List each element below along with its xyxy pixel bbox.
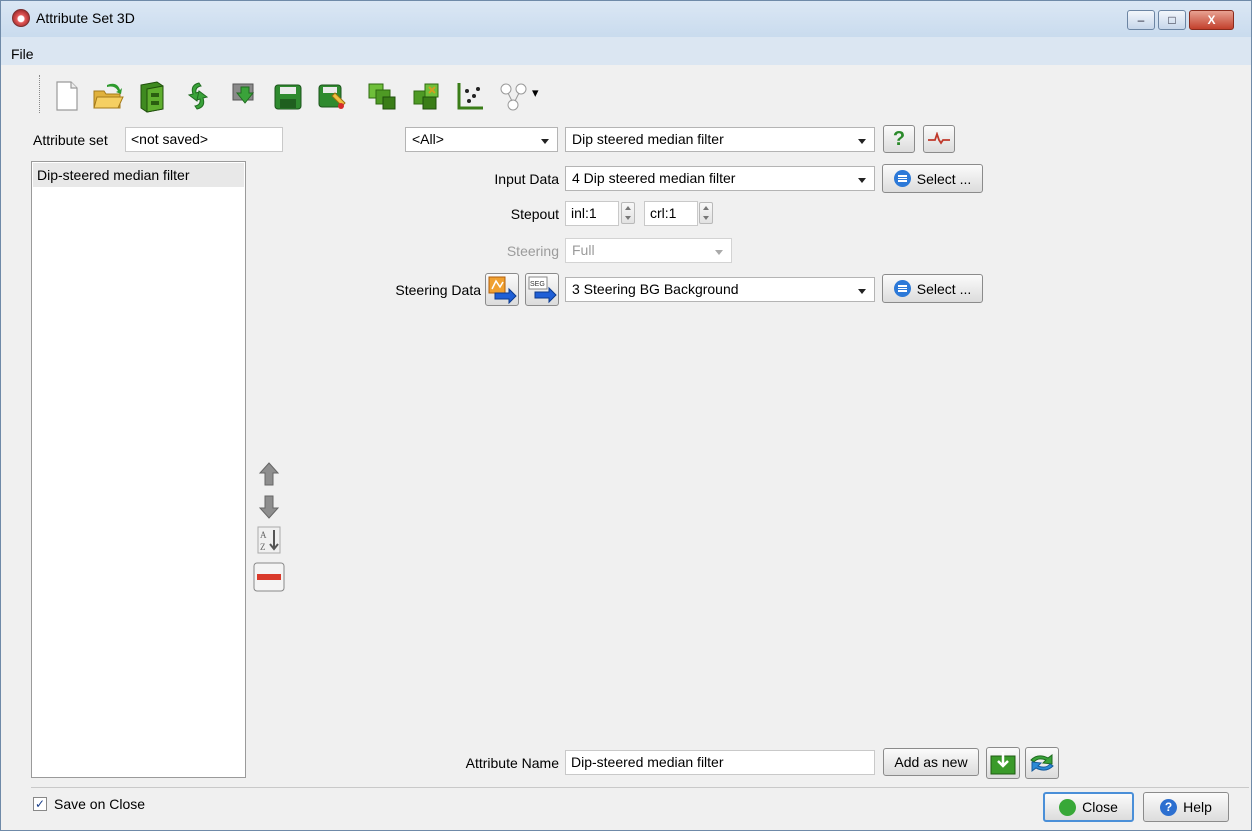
svg-text:A: A bbox=[260, 530, 267, 540]
steering-data-import-button[interactable] bbox=[485, 273, 519, 306]
new-document-icon[interactable] bbox=[49, 79, 83, 113]
steering-select-button[interactable]: Select ... bbox=[882, 274, 983, 303]
refresh-icon[interactable] bbox=[181, 79, 215, 113]
arrow-down-icon bbox=[258, 495, 279, 519]
maximize-button[interactable]: □ bbox=[1158, 10, 1186, 30]
import-seismic-icon bbox=[488, 276, 517, 304]
input-select-button[interactable]: Select ... bbox=[882, 164, 983, 193]
menu-bar: File bbox=[1, 37, 1251, 65]
steering-label: Steering bbox=[506, 243, 559, 259]
close-window-button[interactable]: X bbox=[1189, 10, 1234, 30]
close-button[interactable]: Close bbox=[1043, 792, 1134, 822]
steering-select-label: Select ... bbox=[916, 280, 972, 297]
footer-separator bbox=[31, 787, 1249, 788]
toolbar: ▾ bbox=[31, 69, 731, 121]
wavelet-button[interactable] bbox=[923, 125, 955, 153]
steering-dropdown[interactable]: Full bbox=[565, 238, 732, 263]
steering-data-segy-button[interactable]: SEG bbox=[525, 273, 559, 306]
attribute-list[interactable]: Dip-steered median filter bbox=[31, 161, 246, 778]
attribute-set-field[interactable]: <not saved> bbox=[125, 127, 283, 152]
add-as-new-button[interactable]: Add as new bbox=[883, 748, 979, 776]
attribute-name-field[interactable]: Dip-steered median filter bbox=[565, 750, 875, 775]
close-label: Close bbox=[1082, 799, 1118, 815]
stepout-crl-field[interactable]: crl:1 bbox=[644, 201, 698, 226]
question-icon: ? bbox=[892, 127, 906, 150]
sort-button[interactable]: A Z bbox=[252, 524, 285, 556]
save-icon[interactable] bbox=[271, 79, 305, 113]
check-icon bbox=[1059, 798, 1077, 816]
input-select-label: Select ... bbox=[916, 170, 972, 187]
sort-az-icon: A Z bbox=[257, 526, 280, 554]
category-dropdown[interactable]: <All> bbox=[405, 127, 558, 152]
crossplot-icon[interactable] bbox=[453, 79, 487, 113]
save-as-icon[interactable] bbox=[315, 79, 349, 113]
title-bar: Attribute Set 3D – □ X bbox=[1, 1, 1251, 37]
add-attribute-button[interactable] bbox=[986, 747, 1020, 779]
steering-data-label: Steering Data bbox=[395, 282, 481, 298]
toolbar-dropdown-arrow[interactable]: ▾ bbox=[532, 85, 539, 101]
help-icon: ? bbox=[1160, 798, 1178, 816]
import-icon[interactable] bbox=[227, 79, 261, 113]
replace-attribute-button[interactable] bbox=[1025, 747, 1059, 779]
stepout-inl-spinner[interactable] bbox=[621, 202, 635, 224]
green-swap-icon bbox=[1030, 754, 1054, 772]
steering-data-dropdown[interactable]: 3 Steering BG Background bbox=[565, 277, 875, 302]
toolbar-grip[interactable] bbox=[39, 75, 41, 113]
attribute-set-label: Attribute set bbox=[33, 132, 108, 148]
minimize-button[interactable]: – bbox=[1127, 10, 1155, 30]
list-icon bbox=[893, 280, 911, 297]
move-down-button[interactable] bbox=[252, 491, 285, 523]
list-item[interactable]: Dip-steered median filter bbox=[33, 163, 244, 187]
tree-graph-icon[interactable] bbox=[497, 79, 531, 113]
menu-file[interactable]: File bbox=[11, 46, 34, 62]
attribute-set-window: Attribute Set 3D – □ X File ▾ Attribute … bbox=[0, 0, 1252, 831]
remove-button[interactable] bbox=[252, 561, 285, 593]
input-data-dropdown[interactable]: 4 Dip steered median filter bbox=[565, 166, 875, 191]
cube-add-icon[interactable] bbox=[365, 79, 399, 113]
open-folder-icon[interactable] bbox=[91, 79, 125, 113]
method-dropdown[interactable]: Dip steered median filter bbox=[565, 127, 875, 152]
stepout-inl-field[interactable]: inl:1 bbox=[565, 201, 619, 226]
svg-text:Z: Z bbox=[260, 542, 266, 552]
save-on-close-label: Save on Close bbox=[54, 796, 146, 812]
cabinet-icon[interactable] bbox=[135, 79, 169, 113]
remove-icon bbox=[253, 562, 284, 592]
help-label: Help bbox=[1183, 799, 1212, 815]
attribute-name-label: Attribute Name bbox=[465, 755, 559, 771]
list-icon bbox=[893, 170, 911, 187]
arrow-up-icon bbox=[258, 462, 279, 486]
stepout-label: Stepout bbox=[510, 206, 559, 222]
help-footer-button[interactable]: ? Help bbox=[1143, 792, 1229, 822]
stepout-crl-spinner[interactable] bbox=[699, 202, 713, 224]
svg-text:SEG: SEG bbox=[530, 281, 545, 288]
app-icon bbox=[12, 9, 30, 27]
wavelet-icon bbox=[928, 132, 950, 145]
move-up-button[interactable] bbox=[252, 458, 285, 490]
green-download-icon bbox=[990, 752, 1016, 775]
cube-remove-icon[interactable] bbox=[409, 79, 443, 113]
help-button[interactable]: ? bbox=[883, 125, 915, 153]
segy-import-icon: SEG bbox=[528, 276, 557, 304]
input-data-label: Input Data bbox=[494, 171, 559, 187]
window-title: Attribute Set 3D bbox=[36, 10, 135, 26]
save-on-close-checkbox[interactable]: ✓ bbox=[33, 797, 47, 811]
